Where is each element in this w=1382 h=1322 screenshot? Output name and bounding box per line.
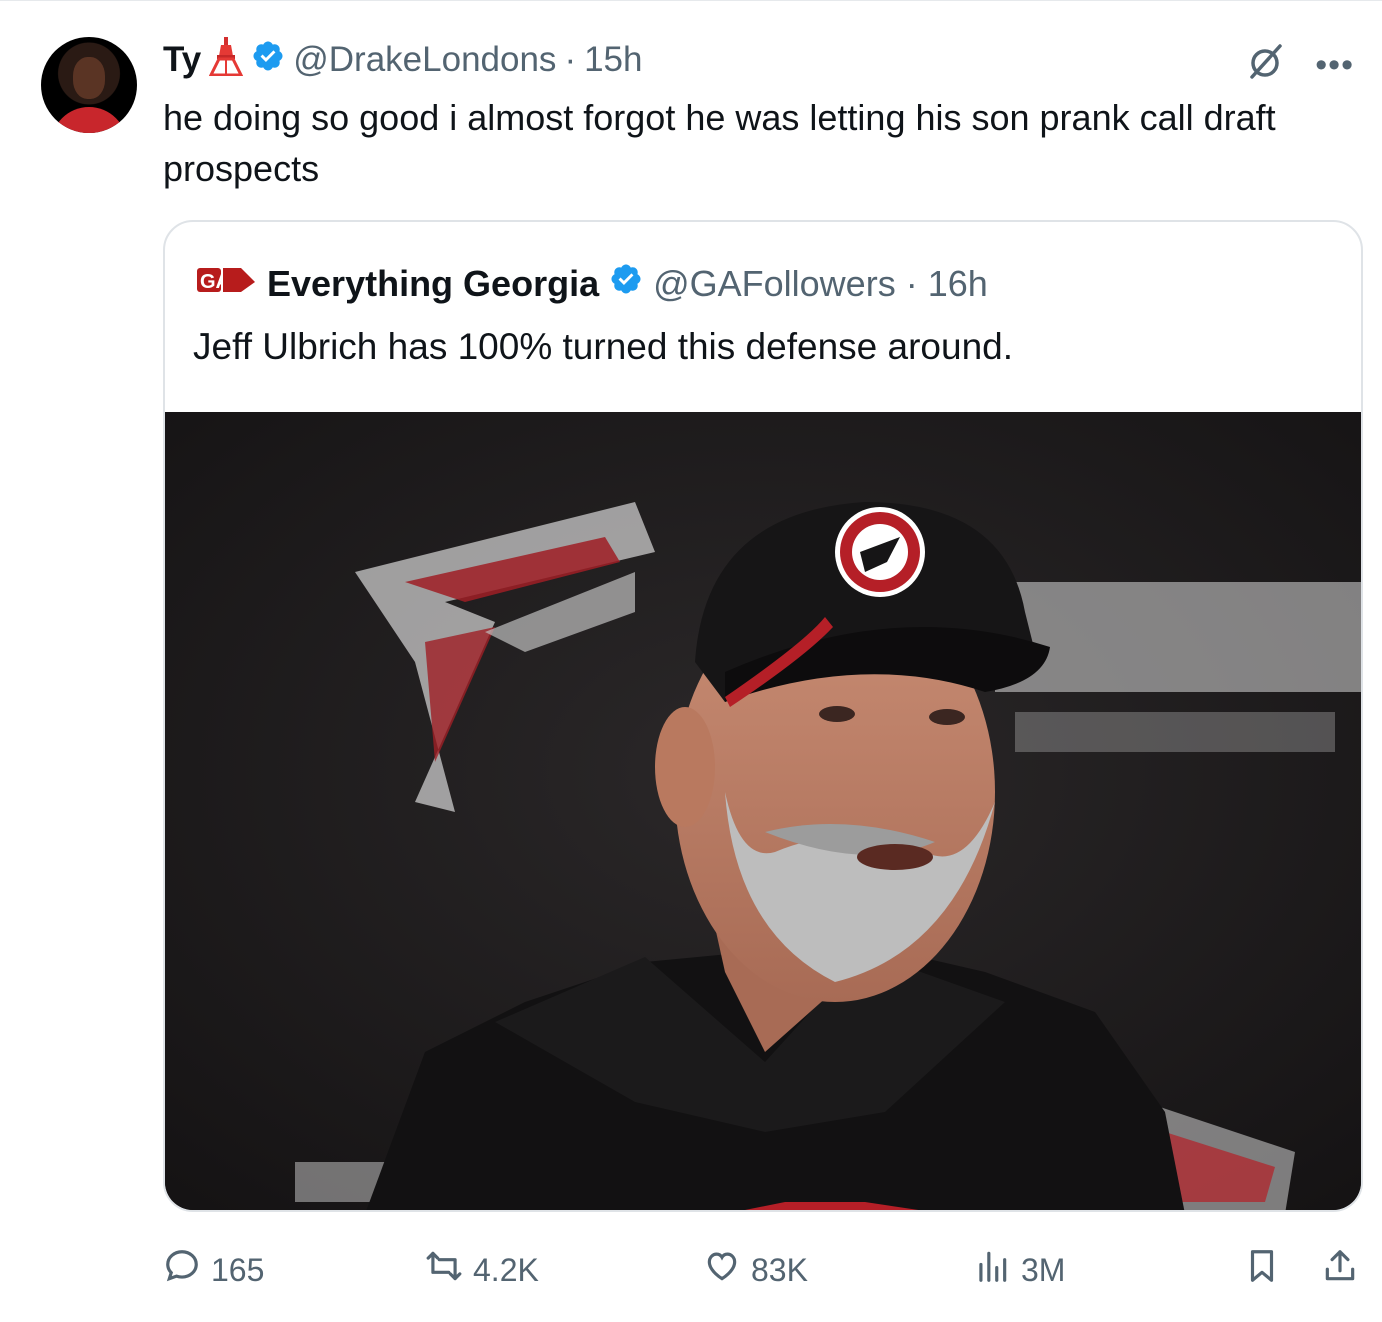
quote-author-name[interactable]: Everything Georgia [267, 263, 599, 305]
repost-icon [425, 1247, 463, 1293]
tweet-time[interactable]: 15h [584, 40, 642, 80]
reply-icon [163, 1247, 201, 1293]
author-avatar[interactable] [41, 37, 137, 133]
bookmark-icon [1243, 1247, 1281, 1293]
quote-text: Jeff Ulbrich has 100% turned this defens… [193, 326, 1013, 367]
quote-avatar-logo[interactable]: GA [197, 263, 257, 305]
tweet-header: Ty @DrakeLondons · 15h [163, 36, 643, 85]
repost-button[interactable]: 4.2K [425, 1240, 539, 1300]
verified-icon [609, 262, 643, 305]
repost-count: 4.2K [473, 1251, 539, 1288]
quote-time[interactable]: 16h [928, 263, 988, 305]
top-divider [0, 0, 1382, 4]
like-icon [703, 1247, 741, 1293]
tweet-top-actions: ••• [1245, 42, 1354, 87]
author-handle[interactable]: @DrakeLondons [293, 40, 556, 80]
quote-header: GA Everything Georgia @GAFollowers · 16h [197, 262, 988, 305]
tweet-actions-bar: 165 4.2K 83K 3M [163, 1240, 1363, 1300]
verified-icon [251, 39, 285, 82]
reply-count: 165 [211, 1251, 265, 1288]
bookmark-button[interactable] [1243, 1240, 1281, 1300]
like-button[interactable]: 83K [703, 1240, 808, 1300]
dot-separator: · [564, 40, 577, 79]
tower-icon [208, 36, 244, 85]
views-count: 3M [1021, 1251, 1066, 1288]
more-icon[interactable]: ••• [1315, 48, 1354, 82]
share-button[interactable] [1321, 1240, 1359, 1300]
author-name[interactable]: Ty [163, 40, 201, 80]
reply-button[interactable]: 165 [163, 1240, 264, 1300]
share-icon [1321, 1247, 1359, 1293]
quote-photo[interactable] [165, 412, 1361, 1210]
views-icon [973, 1247, 1011, 1293]
quote-author-handle[interactable]: @GAFollowers [653, 263, 896, 305]
tweet-text: he doing so good i almost forgot he was … [163, 97, 1276, 189]
grok-icon[interactable] [1245, 42, 1285, 87]
avatar-shirt [51, 107, 127, 133]
quoted-tweet[interactable]: GA Everything Georgia @GAFollowers · 16h… [163, 220, 1363, 1212]
dot-separator: · [905, 262, 918, 304]
views-button[interactable]: 3M [973, 1240, 1065, 1300]
avatar-face [73, 57, 105, 99]
like-count: 83K [751, 1251, 808, 1288]
